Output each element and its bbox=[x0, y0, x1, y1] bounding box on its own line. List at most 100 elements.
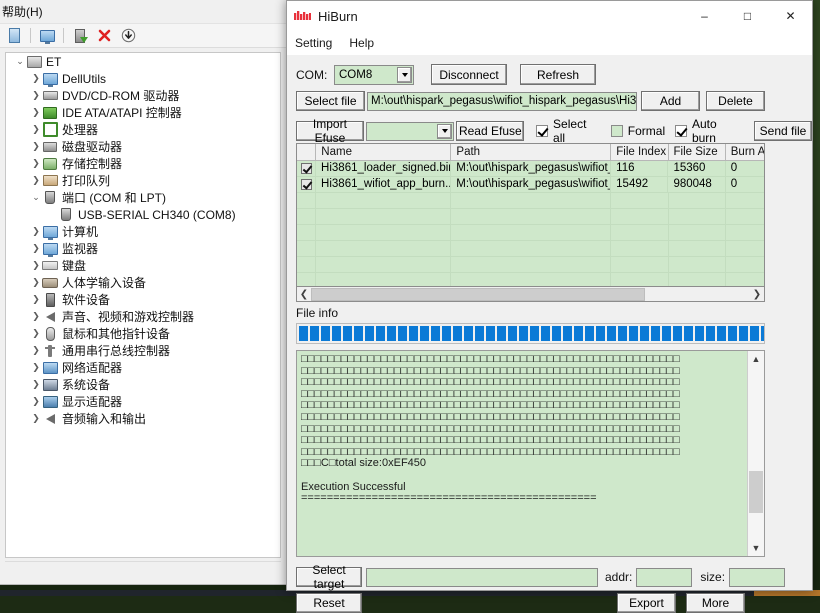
import-efuse-button[interactable]: Import Efuse bbox=[296, 117, 364, 145]
row-checkbox[interactable] bbox=[297, 161, 317, 176]
table-body[interactable]: Hi3861_loader_signed.bin M:\out\hispark_p… bbox=[297, 161, 764, 286]
chevron-right-icon[interactable]: ❯ bbox=[30, 346, 42, 355]
chevron-right-icon[interactable]: ❯ bbox=[30, 414, 42, 423]
tree-item-7[interactable]: ❯ 打印队列 bbox=[6, 172, 280, 189]
tree-item-21[interactable]: ❯ 音频输入和输出 bbox=[6, 410, 280, 427]
window-controls[interactable]: – □ ✕ bbox=[683, 1, 812, 31]
chevron-right-icon[interactable]: ❯ bbox=[30, 142, 42, 151]
tree-item-2[interactable]: ❯ DVD/CD-ROM 驱动器 bbox=[6, 87, 280, 104]
tree-item-15[interactable]: ❯ 声音、视频和游戏控制器 bbox=[6, 308, 280, 325]
chevron-right-icon[interactable]: ❯ bbox=[30, 159, 42, 168]
export-button[interactable]: Export bbox=[617, 593, 676, 613]
column-header-2[interactable]: Path bbox=[451, 144, 612, 160]
column-header-5[interactable]: Burn A bbox=[726, 144, 764, 160]
device-tree[interactable]: ⌄ ET ❯ DellUtils ❯ DVD/CD-ROM 驱动器 ❯ IDE ATA/ATA… bbox=[5, 52, 281, 558]
tree-item-16[interactable]: ❯ 鼠标和其他指针设备 bbox=[6, 325, 280, 342]
chevron-right-icon[interactable]: ❯ bbox=[30, 91, 42, 100]
chevron-down-icon[interactable]: ⌄ bbox=[30, 193, 42, 202]
add-button[interactable]: Add bbox=[641, 91, 700, 111]
com-port-select[interactable]: COM8 bbox=[334, 64, 414, 85]
tree-item-8[interactable]: ⌄ 端口 (COM 和 LPT) bbox=[6, 189, 280, 206]
send-file-button[interactable]: Send file bbox=[753, 121, 812, 141]
scan-hardware-changes-icon[interactable] bbox=[118, 26, 138, 45]
tree-item-5[interactable]: ❯ 磁盘驱动器 bbox=[6, 138, 280, 155]
chevron-right-icon[interactable]: ❯ bbox=[30, 261, 42, 270]
delete-button[interactable]: Delete bbox=[706, 91, 765, 111]
file-list-table[interactable]: Name Path File Index File Size Burn A Hi3861… bbox=[296, 143, 765, 287]
device-manager-window[interactable]: 帮助(H) ⌄ ET ❯ DellUtils ❯ DVD/CD-ROM 驱动器 ❯ I bbox=[0, 0, 287, 585]
tree-item-17[interactable]: ❯ 通用串行总线控制器 bbox=[6, 342, 280, 359]
scan-monitor-icon[interactable] bbox=[37, 26, 57, 45]
chevron-right-icon[interactable]: ❯ bbox=[30, 74, 42, 83]
tree-item-3[interactable]: ❯ IDE ATA/ATAPI 控制器 bbox=[6, 104, 280, 121]
column-header-4[interactable]: File Size bbox=[669, 144, 726, 160]
chevron-down-icon[interactable] bbox=[437, 123, 453, 139]
table-row[interactable]: Hi3861_loader_signed.bin M:\out\hispark_p… bbox=[297, 161, 764, 177]
select-all-checkbox[interactable]: Select all bbox=[536, 117, 601, 145]
column-header-0[interactable] bbox=[297, 144, 317, 160]
close-button[interactable]: ✕ bbox=[769, 1, 812, 31]
more-button[interactable]: More bbox=[686, 593, 745, 613]
scrollbar-thumb[interactable] bbox=[311, 287, 645, 301]
properties-icon[interactable] bbox=[4, 26, 24, 45]
uninstall-device-icon[interactable] bbox=[94, 26, 114, 45]
device-manager-toolbar[interactable] bbox=[0, 23, 286, 48]
chevron-right-icon[interactable]: ❯ bbox=[30, 278, 42, 287]
chevron-right-icon[interactable]: ❯ bbox=[30, 227, 42, 236]
tree-item-12[interactable]: ❯ 键盘 bbox=[6, 257, 280, 274]
tree-item-6[interactable]: ❯ 存储控制器 bbox=[6, 155, 280, 172]
hiburn-menubar[interactable]: Setting Help bbox=[287, 31, 812, 55]
chevron-down-icon[interactable] bbox=[397, 66, 412, 83]
hiburn-window[interactable]: HiBurn – □ ✕ Setting Help COM: COM8 Disc… bbox=[286, 0, 813, 613]
chevron-right-icon[interactable]: ❯ bbox=[30, 244, 42, 253]
tree-item-4[interactable]: ❯ 处理器 bbox=[6, 121, 280, 138]
chevron-right-icon[interactable]: ❯ bbox=[30, 176, 42, 185]
device-manager-menubar[interactable]: 帮助(H) bbox=[0, 0, 286, 23]
chevron-right-icon[interactable]: ❯ bbox=[30, 329, 42, 338]
menu-help[interactable]: Help bbox=[349, 36, 374, 50]
size-input[interactable] bbox=[729, 567, 786, 587]
tree-item-0[interactable]: ⌄ ET bbox=[6, 53, 280, 70]
maximize-button[interactable]: □ bbox=[726, 1, 769, 31]
chevron-right-icon[interactable]: ❯ bbox=[30, 295, 42, 304]
file-path-input[interactable]: M:\out\hispark_pegasus\wifiot_hispark_pe… bbox=[367, 91, 637, 111]
chevron-right-icon[interactable]: ❯ bbox=[30, 312, 42, 321]
row-checkbox[interactable] bbox=[297, 177, 317, 192]
read-efuse-button[interactable]: Read Efuse bbox=[456, 121, 525, 141]
table-horizontal-scrollbar[interactable]: ❮ ❯ bbox=[296, 287, 765, 302]
chevron-right-icon[interactable]: ❯ bbox=[30, 380, 42, 389]
log-console[interactable]: □□□□□□□□□□□□□□□□□□□□□□□□□□□□□□□□□□□□□□□□… bbox=[296, 350, 765, 557]
tree-item-20[interactable]: ❯ 显示适配器 bbox=[6, 393, 280, 410]
addr-input[interactable] bbox=[636, 567, 693, 587]
column-header-1[interactable]: Name bbox=[316, 144, 452, 160]
tree-item-11[interactable]: ❯ 监视器 bbox=[6, 240, 280, 257]
scroll-up-button[interactable]: ▲ bbox=[748, 351, 764, 367]
tree-item-10[interactable]: ❯ 计算机 bbox=[6, 223, 280, 240]
tree-item-9[interactable]: USB-SERIAL CH340 (COM8) bbox=[6, 206, 280, 223]
tree-item-1[interactable]: ❯ DellUtils bbox=[6, 70, 280, 87]
auto-burn-checkbox[interactable]: Auto burn bbox=[675, 117, 743, 145]
chevron-right-icon[interactable]: ❯ bbox=[30, 125, 42, 134]
chevron-right-icon[interactable]: ❯ bbox=[30, 363, 42, 372]
chevron-down-icon[interactable]: ⌄ bbox=[14, 57, 26, 66]
tree-item-14[interactable]: ❯ 软件设备 bbox=[6, 291, 280, 308]
console-vertical-scrollbar[interactable]: ▲ ▼ bbox=[747, 351, 764, 556]
scroll-left-button[interactable]: ❮ bbox=[297, 288, 311, 301]
formal-checkbox[interactable]: Formal bbox=[610, 124, 665, 138]
target-path-input[interactable] bbox=[366, 567, 598, 587]
chevron-right-icon[interactable]: ❯ bbox=[30, 108, 42, 117]
menu-setting[interactable]: Setting bbox=[295, 36, 332, 50]
tree-item-18[interactable]: ❯ 网络适配器 bbox=[6, 359, 280, 376]
chevron-right-icon[interactable]: ❯ bbox=[30, 397, 42, 406]
scroll-right-button[interactable]: ❯ bbox=[750, 288, 764, 301]
select-file-button[interactable]: Select file bbox=[296, 91, 365, 111]
disconnect-button[interactable]: Disconnect bbox=[431, 64, 507, 85]
tree-item-19[interactable]: ❯ 系统设备 bbox=[6, 376, 280, 393]
table-row[interactable]: Hi3861_wifiot_app_burn... M:\out\hispark_… bbox=[297, 177, 764, 193]
scroll-down-button[interactable]: ▼ bbox=[748, 540, 764, 556]
scrollbar-thumb[interactable] bbox=[749, 471, 763, 513]
refresh-button[interactable]: Refresh bbox=[520, 64, 596, 85]
update-driver-icon[interactable] bbox=[70, 26, 90, 45]
efuse-select[interactable] bbox=[365, 121, 455, 141]
column-header-3[interactable]: File Index bbox=[611, 144, 669, 160]
